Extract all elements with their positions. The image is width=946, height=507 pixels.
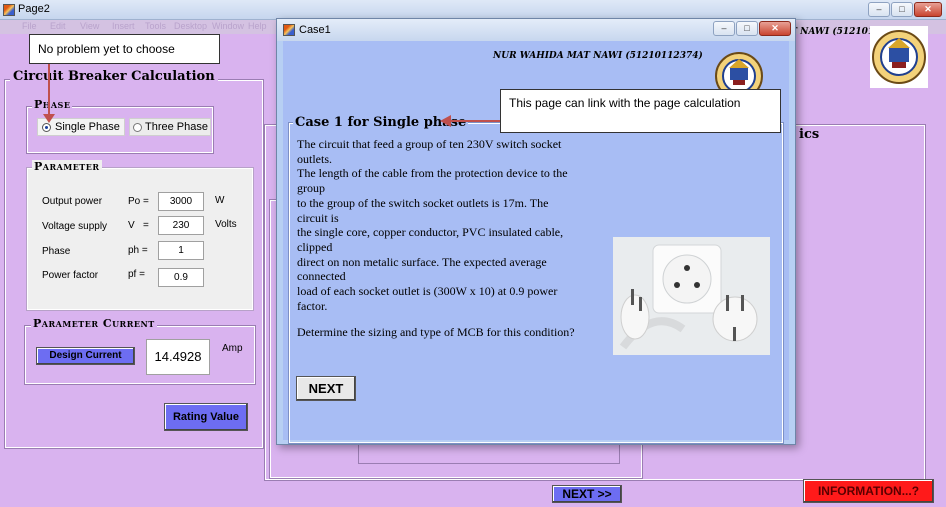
menu-desktop[interactable]: Desktop [174,21,207,31]
matlab-icon [3,4,15,16]
case1-author: NUR WAHIDA MAT NAWI (51210112374) [493,51,703,61]
power-factor-label: Power factor [42,270,99,281]
voltage-supply-unit: Volts [215,219,237,230]
menu-window[interactable]: Window [212,21,244,31]
socket-outlet-image [613,237,770,355]
phase-title: Phase [32,98,73,111]
three-phase-radio[interactable]: Three Phase [129,118,211,136]
maximize-button[interactable]: □ [891,2,913,17]
arrow-down-icon [43,114,55,123]
description-line: connected [297,269,346,284]
maximize-button[interactable]: □ [736,21,758,36]
case1-question: Determine the sizing and type of MCB for… [297,325,575,340]
output-power-input[interactable]: 3000 [158,192,204,211]
menu-tools[interactable]: Tools [145,21,166,31]
close-button[interactable]: ✕ [759,21,791,36]
description-line: group [297,181,325,196]
power-factor-symbol: pf = [128,269,145,280]
single-phase-label: Single Phase [55,121,120,133]
case1-description: The circuit that feed a group of ten 230… [297,137,617,340]
output-power-label: Output power [42,196,103,207]
design-current-button[interactable]: Design Current [36,347,135,365]
phase-symbol: ph = [128,245,148,256]
description-line: factor. [297,298,328,313]
menu-edit[interactable]: Edit [50,21,66,31]
parameter-panel [26,167,254,311]
output-power-symbol: Po = [128,196,149,207]
page2-titlebar: Page2 – □ ✕ [0,0,946,20]
information-button[interactable]: INFORMATION...? [803,479,934,503]
radio-unselected-icon [133,123,142,132]
radio-selected-icon [42,123,51,132]
description-line: outlets. [297,151,332,166]
menu-view[interactable]: View [80,21,99,31]
close-button[interactable]: ✕ [914,2,942,17]
phase-input[interactable]: 1 [158,241,204,260]
description-line: the single core, copper conductor, PVC i… [297,225,564,240]
menu-file[interactable]: File [22,21,37,31]
parameter-title: Parameter [32,160,102,173]
circuit-breaker-title: Circuit Breaker Calculation [10,69,218,84]
rating-value-button[interactable]: Rating Value [164,403,248,431]
output-power-unit: W [215,195,225,206]
description-line: The circuit that feed a group of ten 230… [297,137,562,151]
results-output-box [358,442,620,464]
description-line: direct on non metalic surface. The expec… [297,254,547,269]
description-line: The length of the cable from the protect… [297,166,568,181]
current-unit: Amp [222,343,243,354]
window-title: Page2 [18,3,50,15]
callout-link: This page can link with the page calcula… [500,89,781,133]
description-line: circuit is [297,210,339,225]
callout-choose: No problem yet to choose [29,34,220,64]
parameter-current-title: Parameter Current [31,317,157,330]
phase-label: Phase [42,246,71,257]
minimize-button[interactable]: – [713,21,735,36]
results-title-partial: ics [796,127,823,142]
voltage-supply-label: Voltage supply [42,221,108,232]
power-factor-input[interactable]: 0.9 [158,268,204,287]
voltage-supply-symbol: V = [128,220,149,231]
menu-help[interactable]: Help [248,21,267,31]
matlab-icon [283,24,295,36]
university-logo [870,26,928,88]
case1-title: Case1 [299,24,331,36]
case1-titlebar: Case1 – □ ✕ [277,19,795,41]
case1-next-button[interactable]: NEXT [296,376,356,401]
voltage-supply-input[interactable]: 230 [158,216,204,235]
three-phase-label: Three Phase [145,121,208,133]
menu-insert[interactable]: Insert [112,21,135,31]
current-output: 14.4928 [146,339,210,375]
minimize-button[interactable]: – [868,2,890,17]
description-line: load of each socket outlet is (300W x 10… [297,284,558,299]
callout-choose-arrow-line [48,64,50,118]
case1-window: Case1 – □ ✕ NUR WAHIDA MAT NAWI (5121011… [276,18,796,445]
description-line: clipped [297,239,333,254]
next-page-button[interactable]: NEXT >> [552,485,622,503]
callout-link-arrow-line [450,120,502,122]
arrow-left-icon [440,115,451,127]
description-line: to the group of the switch socket outlet… [297,195,549,210]
